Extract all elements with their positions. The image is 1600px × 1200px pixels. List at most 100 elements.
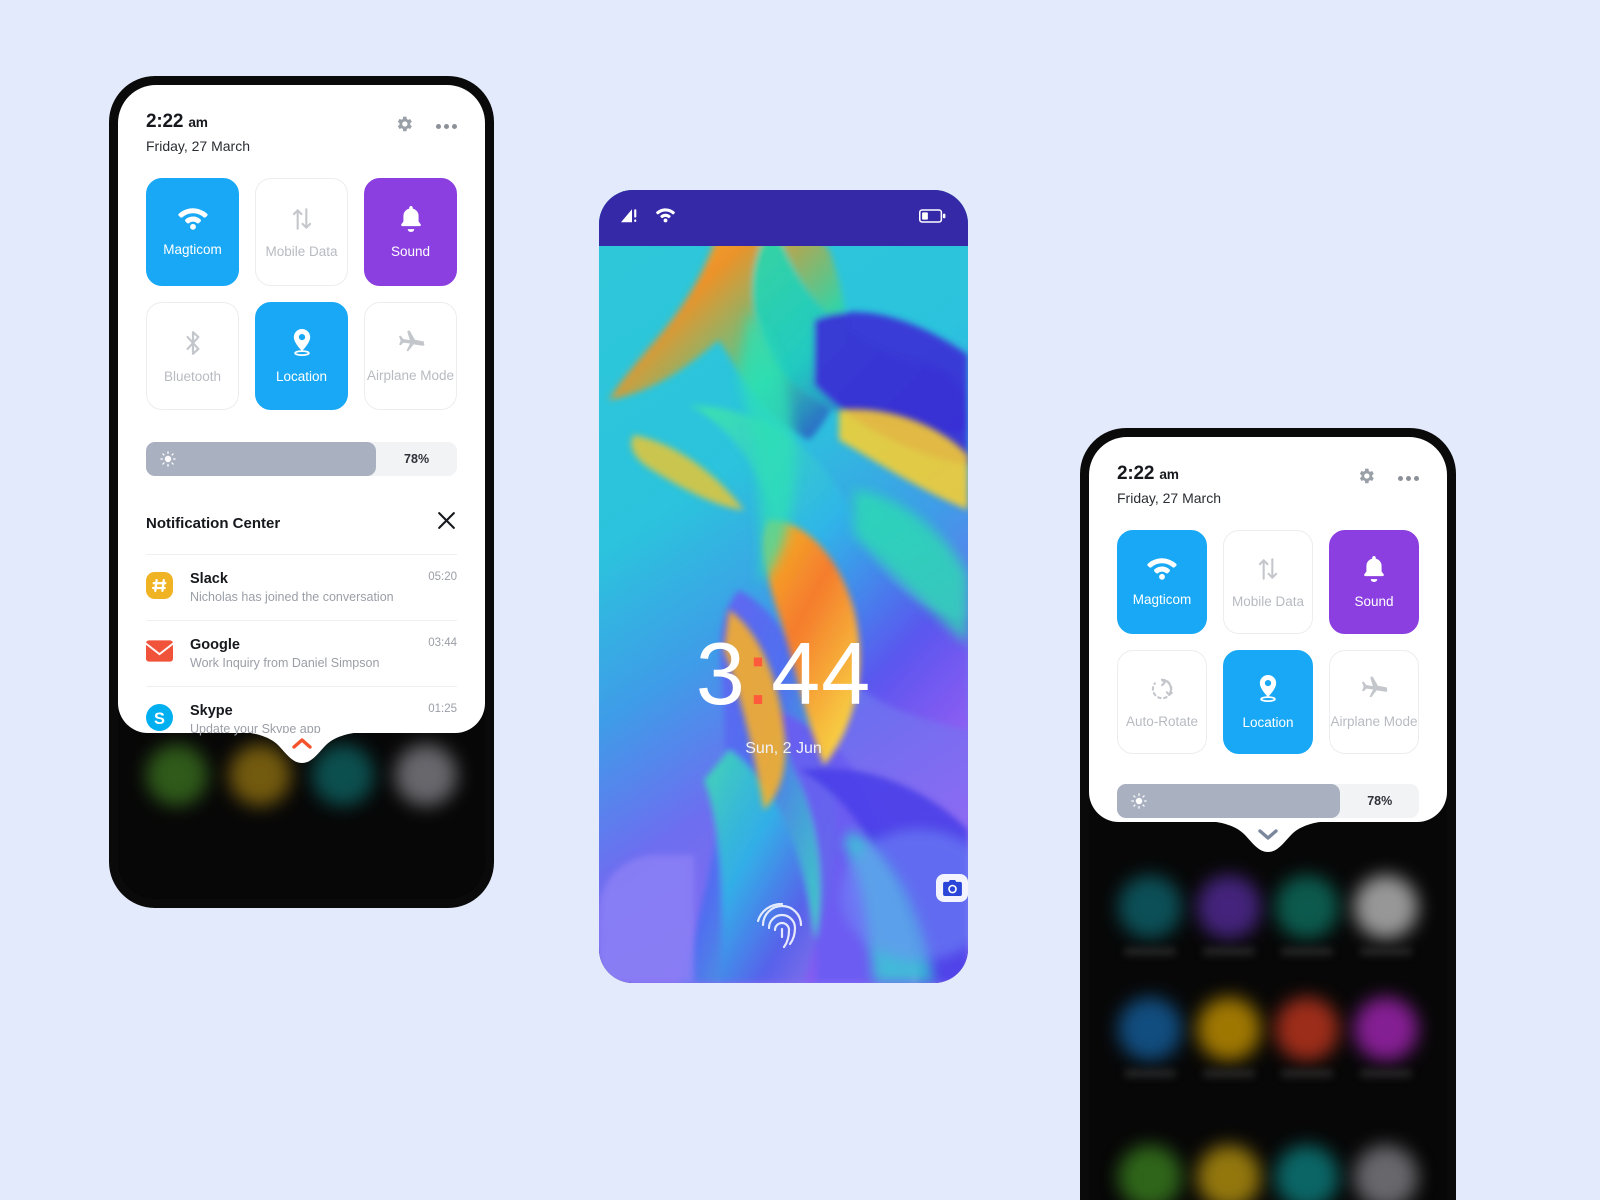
sun-icon (160, 451, 176, 472)
control-center-handle-right[interactable] (1216, 822, 1320, 856)
app-icon[interactable] (1196, 1145, 1261, 1200)
notification-text: Google Work Inquiry from Daniel Simpson (190, 637, 428, 670)
brightness-slider-fill-left (146, 442, 377, 476)
tile-mobile-data[interactable]: Mobile Data (255, 178, 348, 286)
notification-message: Nicholas has joined the conversation (190, 590, 394, 604)
cc-ampm-right: am (1159, 467, 1179, 482)
notification-text: Slack Nicholas has joined the conversati… (190, 571, 428, 604)
lock-wallpaper (599, 190, 968, 983)
control-center-header-left: 2:22 am Friday, 27 March (146, 111, 457, 156)
tile-sound[interactable]: Sound (1329, 530, 1419, 634)
notification-item[interactable]: Slack Nicholas has joined the conversati… (146, 554, 457, 620)
bell-icon (399, 205, 423, 232)
brightness-slider-right[interactable]: 78% (1117, 784, 1419, 818)
phone-left: 2:22 am Friday, 27 March Magticom Mobile… (109, 76, 494, 908)
app-icon[interactable] (1118, 875, 1183, 955)
notification-center-left: Notification Center Slack Nicholas has j… (146, 510, 457, 752)
tile-label-sound: Sound (1354, 593, 1394, 609)
gear-icon[interactable] (1356, 466, 1376, 491)
lock-clock-minutes: 44 (771, 624, 872, 723)
wifi-icon (656, 208, 675, 228)
brightness-slider-fill-right (1117, 784, 1341, 818)
camera-shortcut-icon[interactable] (936, 874, 968, 902)
lock-clock-separator: : (745, 624, 772, 723)
bluetooth-icon (183, 329, 203, 357)
airplane-icon (1360, 675, 1388, 702)
cc-time-left: 2:22 (146, 111, 184, 132)
cc-date-left: Friday, 27 March (146, 138, 250, 154)
tile-auto-rotate[interactable]: Auto-Rotate (1117, 650, 1207, 754)
app-grid-row-2 (1089, 989, 1447, 1077)
tile-mobile-data[interactable]: Mobile Data (1223, 530, 1313, 634)
brightness-slider-left[interactable]: 78% (146, 442, 457, 476)
tile-bluetooth[interactable]: Bluetooth (146, 302, 239, 410)
brightness-percent-right: 78% (1367, 794, 1393, 808)
tile-label-location: Location (275, 368, 328, 384)
clock-block-right: 2:22 am Friday, 27 March (1117, 463, 1221, 508)
lock-clock-hours: 3 (695, 624, 746, 723)
app-icon[interactable] (1275, 1145, 1340, 1200)
location-pin-icon (1256, 674, 1280, 703)
location-pin-icon (290, 328, 314, 357)
tile-magticom[interactable]: Magticom (1117, 530, 1207, 634)
auto-rotate-icon (1149, 676, 1175, 702)
notification-app-name: Slack (190, 571, 228, 587)
phone-right: 2:22 am Friday, 27 March Magticom Mobile… (1080, 428, 1456, 1200)
tile-label-magticom: Magticom (1132, 591, 1192, 607)
app-icon[interactable] (1353, 997, 1418, 1077)
app-icon[interactable] (1353, 875, 1418, 955)
control-center-actions-right (1356, 466, 1419, 491)
dock-icon-camera[interactable] (394, 744, 457, 806)
cc-date-right: Friday, 27 March (1117, 490, 1221, 506)
airplane-icon (397, 329, 425, 356)
app-icon[interactable] (1118, 997, 1183, 1077)
wifi-icon (177, 207, 208, 230)
screenshot-stage: 2:22 am Friday, 27 March Magticom Mobile… (0, 0, 1600, 1200)
app-icon[interactable] (1353, 1145, 1418, 1200)
notification-item[interactable]: Google Work Inquiry from Daniel Simpson … (146, 620, 457, 686)
lock-status-bar (599, 190, 968, 246)
notification-app-name: Skype (190, 703, 233, 719)
sun-icon (1131, 793, 1147, 814)
slack-icon (146, 571, 173, 604)
app-icon[interactable] (1196, 997, 1261, 1077)
tile-label-sound: Sound (390, 243, 431, 259)
close-x-icon[interactable] (436, 510, 457, 536)
notification-message: Work Inquiry from Daniel Simpson (190, 656, 380, 670)
battery-low-icon (919, 208, 946, 228)
app-icon[interactable] (1118, 1145, 1183, 1200)
control-center-handle-left[interactable] (249, 733, 354, 767)
tile-magticom[interactable]: Magticom (146, 178, 239, 286)
tile-location[interactable]: Location (1223, 650, 1313, 754)
wifi-icon (1147, 557, 1177, 580)
tile-sound[interactable]: Sound (364, 178, 457, 286)
notification-time: 03:44 (428, 637, 457, 649)
tile-location[interactable]: Location (255, 302, 348, 410)
app-icon[interactable] (1196, 875, 1261, 955)
quick-toggle-grid-right: Magticom Mobile Data Sound Auto-Rotate L… (1117, 530, 1419, 754)
app-icon[interactable] (1275, 875, 1340, 955)
brightness-percent-left: 78% (404, 452, 430, 466)
more-dots-icon[interactable] (1398, 476, 1419, 481)
tile-label-location: Location (1242, 714, 1294, 730)
tile-airplane-mode[interactable]: Airplane Mode (1329, 650, 1419, 754)
gear-icon[interactable] (394, 114, 414, 139)
gmail-icon (146, 640, 173, 667)
tile-airplane-mode[interactable]: Airplane Mode (364, 302, 457, 410)
fingerprint-icon[interactable] (754, 895, 810, 956)
tile-label-airplane-mode: Airplane Mode (1330, 713, 1418, 729)
clock-block-left: 2:22 am Friday, 27 March (146, 111, 250, 156)
notification-time: 05:20 (428, 571, 457, 583)
cellular-signal-icon (621, 208, 639, 228)
dock-icon-phone[interactable] (146, 744, 209, 806)
tile-label-magticom: Magticom (163, 241, 222, 257)
more-dots-icon[interactable] (436, 124, 457, 129)
tile-label-airplane-mode: Airplane Mode (366, 367, 455, 383)
notification-time: 01:25 (428, 703, 457, 715)
notification-list: Slack Nicholas has joined the conversati… (146, 554, 457, 752)
tile-label-mobile-data: Mobile Data (1231, 593, 1305, 609)
app-grid-row-3 (1089, 1137, 1447, 1200)
svg-text:S: S (154, 709, 165, 727)
app-icon[interactable] (1275, 997, 1340, 1077)
phone-left-screen: 2:22 am Friday, 27 March Magticom Mobile… (118, 85, 485, 899)
